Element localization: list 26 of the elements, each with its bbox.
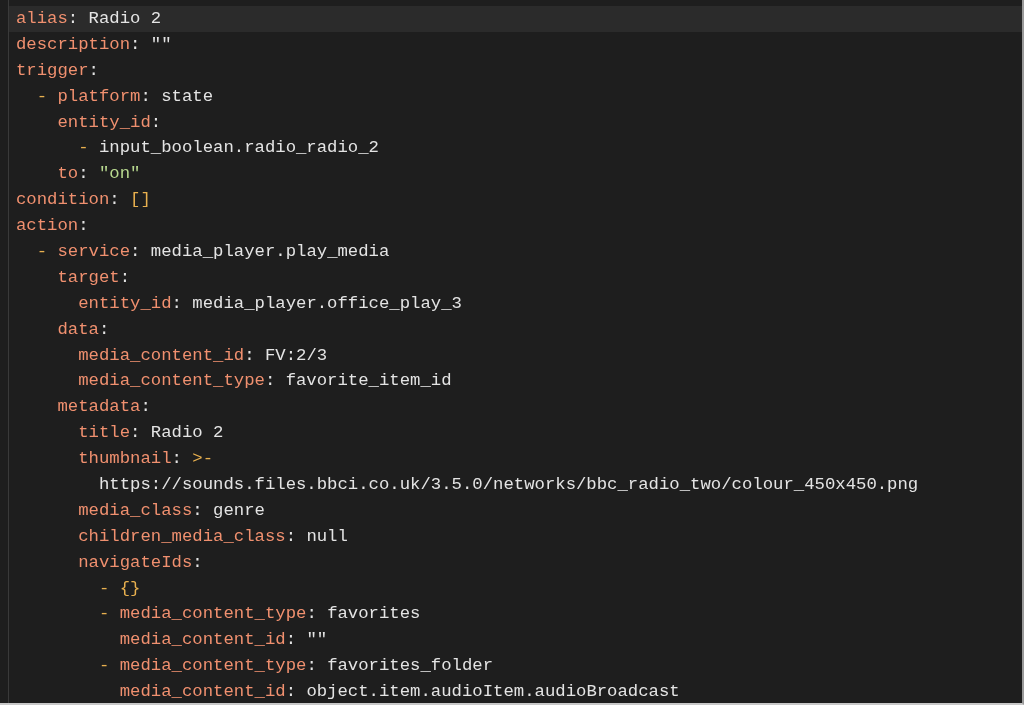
code-line: media_content_id: FV:2/3: [77, 344, 329, 367]
code-line: children_media_class: null: [77, 525, 349, 548]
code-line: - {}: [97, 577, 142, 600]
code-line: data:: [56, 318, 111, 341]
code-line: target:: [56, 266, 132, 289]
code-line: to: "on": [56, 163, 142, 186]
code-line: - media_content_type: favorites: [97, 603, 422, 626]
code-line: media_class: genre: [77, 499, 266, 522]
code-line: thumbnail: >-: [77, 448, 215, 471]
code-line: https://sounds.files.bbci.co.uk/3.5.0/networks/bbc_radio_two/colour_450x450.png: [97, 474, 920, 497]
code-line: title: Radio 2: [77, 422, 225, 445]
code-line: entity_id: media_player.office_play_3: [77, 292, 463, 315]
code-line: action:: [15, 215, 90, 238]
code-line: navigateIds:: [77, 551, 204, 574]
code-line: - media_content_type: favorites_folder: [97, 655, 495, 678]
code-line: metadata:: [56, 396, 152, 419]
code-line: - input_boolean.radio_radio_2: [77, 137, 380, 160]
code-line: condition: []: [15, 189, 152, 212]
code-line: - service: media_player.play_media: [35, 241, 391, 263]
code-line: media_content_id: "": [118, 629, 329, 652]
code-line: media_content_type: favorite_item_id: [77, 370, 453, 393]
code-line: description: "": [15, 33, 173, 56]
code-line: entity_id:: [56, 111, 163, 134]
code-line: media_content_id: object.item.audioItem.audioBroadcast: [118, 681, 681, 703]
code-line: - platform: state: [35, 85, 215, 108]
code-line: trigger:: [15, 59, 100, 82]
